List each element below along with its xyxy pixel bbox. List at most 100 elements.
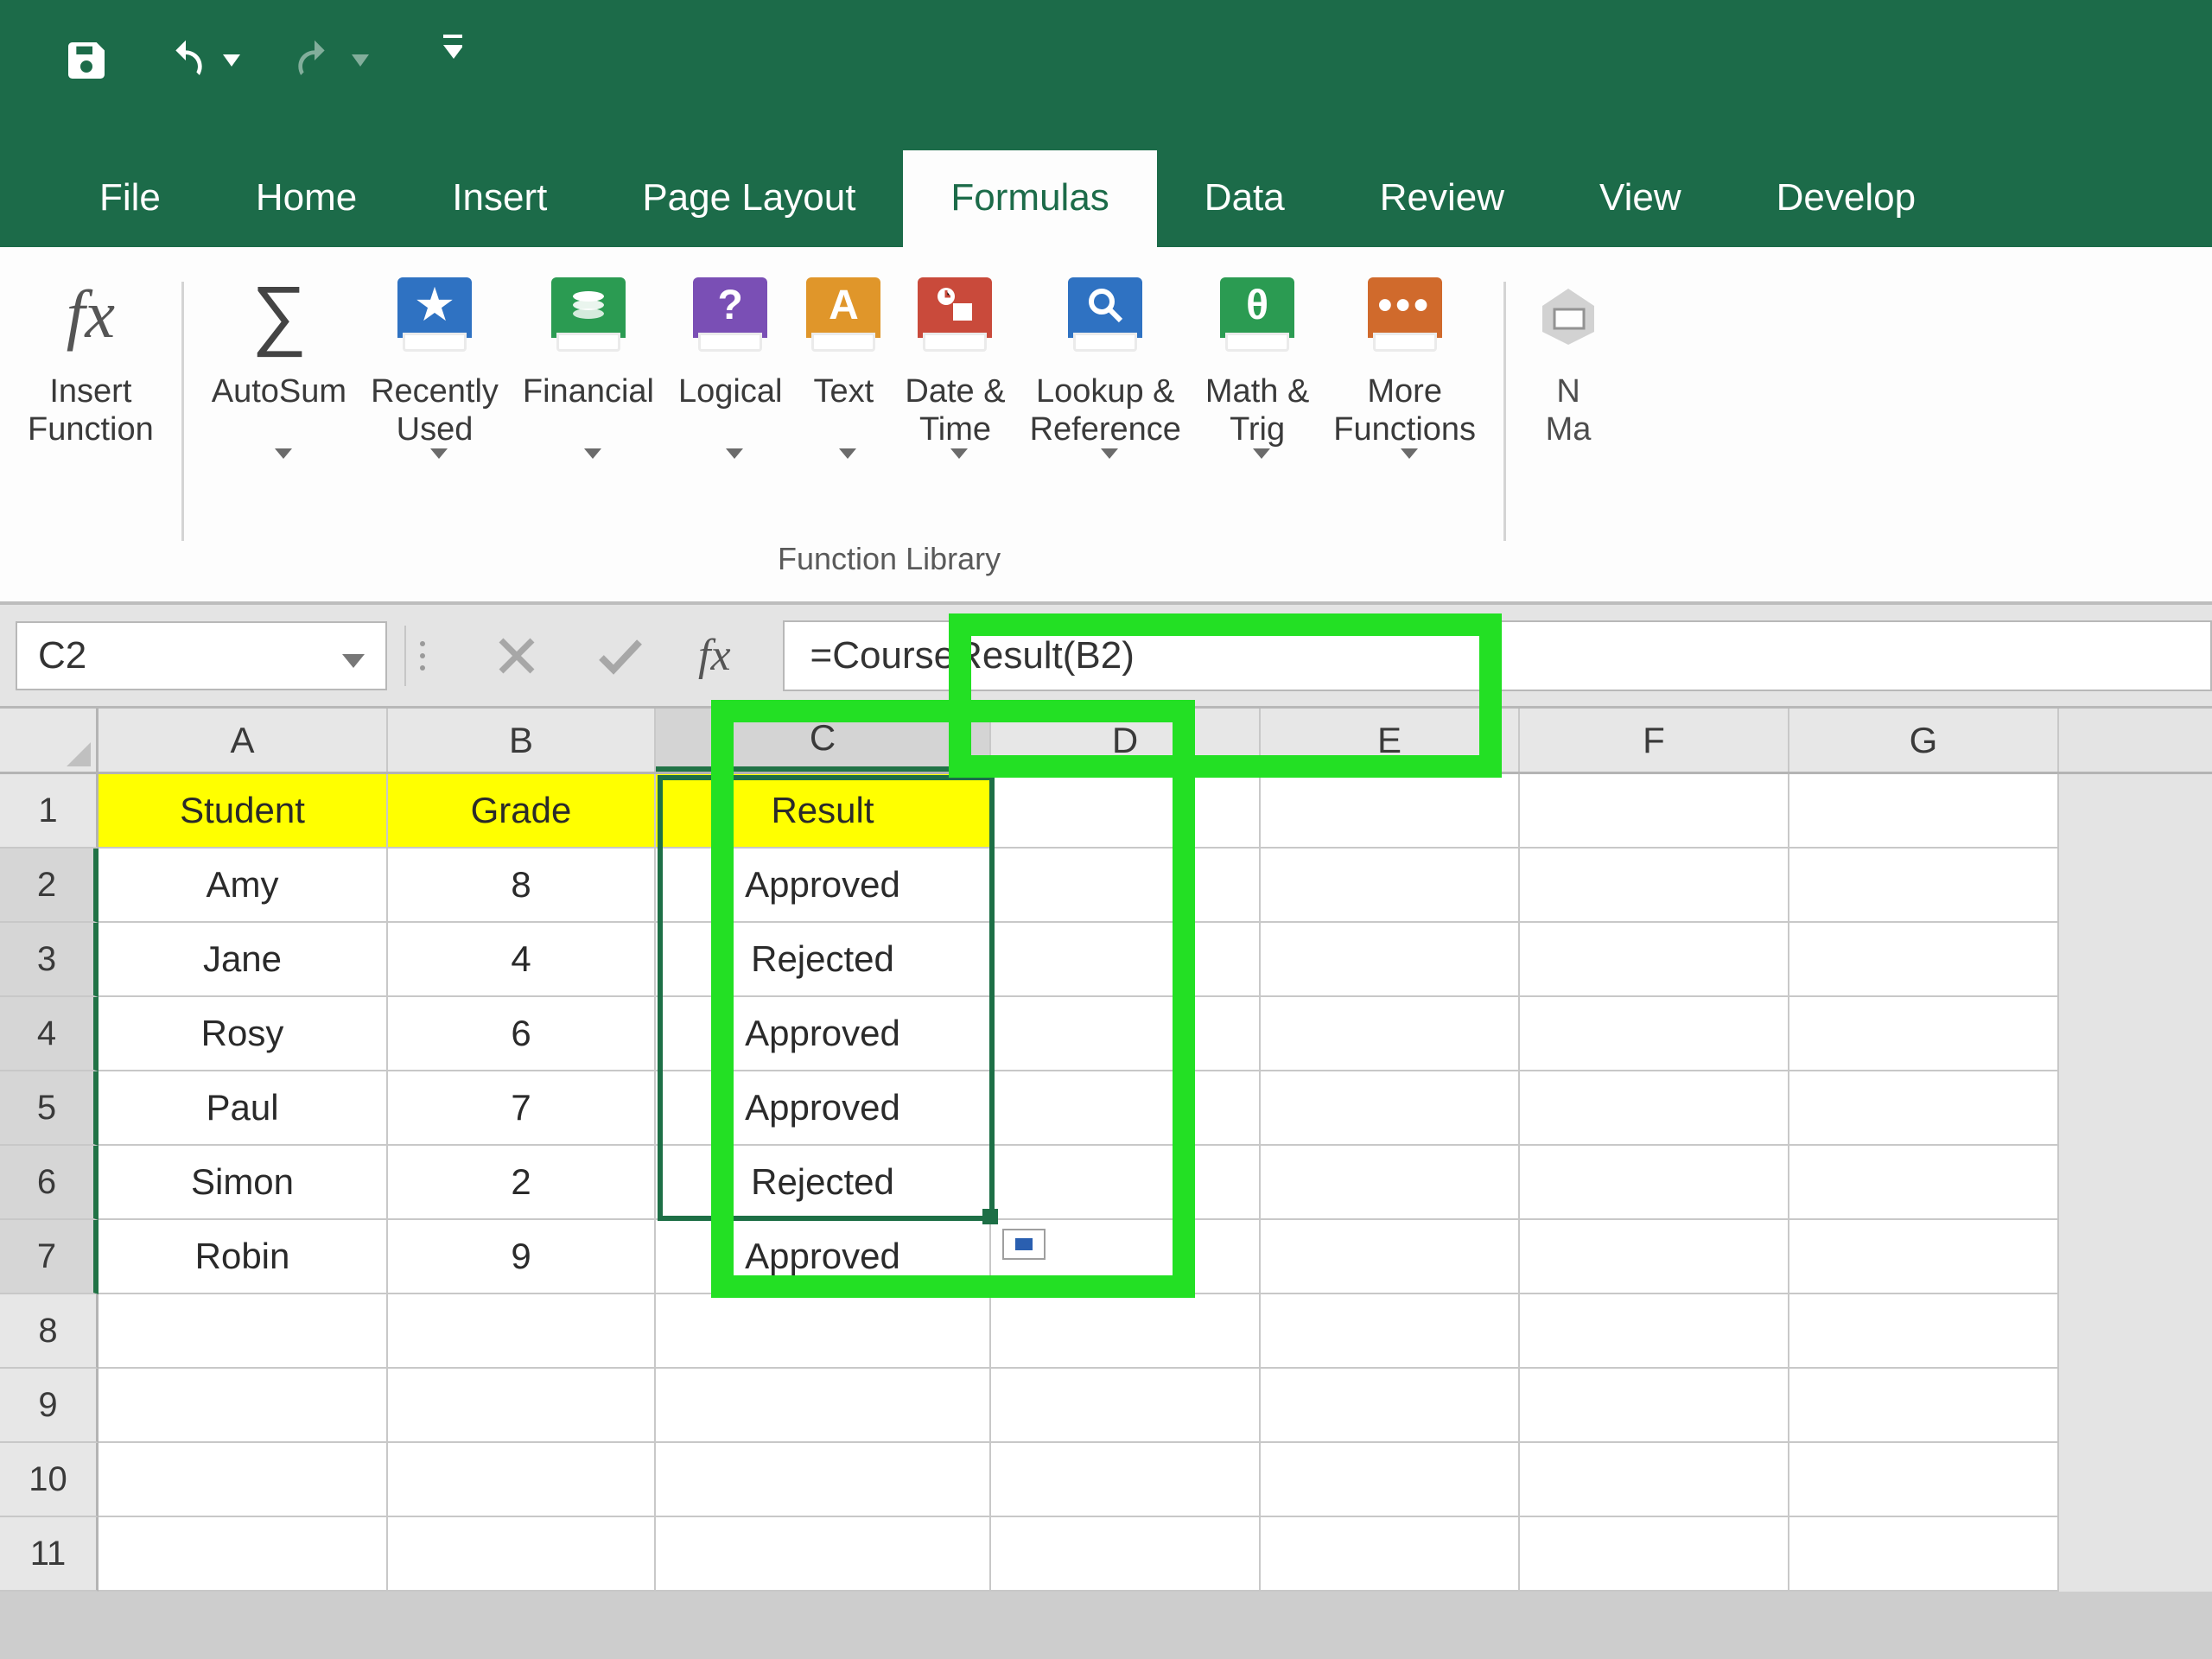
cell-A4[interactable]: Rosy (99, 997, 388, 1071)
cell-E4[interactable] (1261, 997, 1520, 1071)
tab-file[interactable]: File (52, 150, 208, 247)
cell-B8[interactable] (388, 1294, 656, 1369)
cell-G6[interactable] (1789, 1146, 2059, 1220)
cell-G11[interactable] (1789, 1517, 2059, 1592)
cell-G4[interactable] (1789, 997, 2059, 1071)
more-functions-button[interactable]: ••• More Functions (1321, 264, 1488, 460)
column-header-C[interactable]: C (656, 709, 991, 772)
cell-G9[interactable] (1789, 1369, 2059, 1443)
customize-qat-button[interactable] (443, 35, 462, 60)
cell-A8[interactable] (99, 1294, 388, 1369)
column-header-F[interactable]: F (1520, 709, 1789, 772)
tab-page-layout[interactable]: Page Layout (594, 150, 903, 247)
cell-E3[interactable] (1261, 923, 1520, 997)
cell-F2[interactable] (1520, 849, 1789, 923)
select-all-corner[interactable] (0, 709, 99, 772)
worksheet-grid[interactable]: A B C D E F G 1 Student Grade Result 2 A… (0, 709, 2212, 1592)
cell-G1[interactable] (1789, 774, 2059, 849)
cell-D5[interactable] (991, 1071, 1261, 1146)
cell-E8[interactable] (1261, 1294, 1520, 1369)
tab-developer[interactable]: Develop (1729, 150, 1963, 247)
enter-formula-button[interactable] (594, 630, 646, 682)
cell-E7[interactable] (1261, 1220, 1520, 1294)
cell-A7[interactable]: Robin (99, 1220, 388, 1294)
cell-B7[interactable]: 9 (388, 1220, 656, 1294)
column-header-D[interactable]: D (991, 709, 1261, 772)
cell-D9[interactable] (991, 1369, 1261, 1443)
cell-A3[interactable]: Jane (99, 923, 388, 997)
cell-E5[interactable] (1261, 1071, 1520, 1146)
cell-F1[interactable] (1520, 774, 1789, 849)
cell-C1[interactable]: Result (656, 774, 991, 849)
cell-F6[interactable] (1520, 1146, 1789, 1220)
cell-F11[interactable] (1520, 1517, 1789, 1592)
column-header-A[interactable]: A (99, 709, 388, 772)
cell-D6[interactable] (991, 1146, 1261, 1220)
cell-G10[interactable] (1789, 1443, 2059, 1517)
column-header-E[interactable]: E (1261, 709, 1520, 772)
cell-G8[interactable] (1789, 1294, 2059, 1369)
cell-G5[interactable] (1789, 1071, 2059, 1146)
cell-B10[interactable] (388, 1443, 656, 1517)
cell-A9[interactable] (99, 1369, 388, 1443)
tab-view[interactable]: View (1552, 150, 1729, 247)
redo-dropdown[interactable] (351, 54, 370, 67)
cell-E2[interactable] (1261, 849, 1520, 923)
cell-D8[interactable] (991, 1294, 1261, 1369)
cell-F8[interactable] (1520, 1294, 1789, 1369)
cell-C10[interactable] (656, 1443, 991, 1517)
cell-C5[interactable]: Approved (656, 1071, 991, 1146)
cell-C4[interactable]: Approved (656, 997, 991, 1071)
cell-C2[interactable]: Approved (656, 849, 991, 923)
cell-B4[interactable]: 6 (388, 997, 656, 1071)
row-header-1[interactable]: 1 (0, 774, 99, 849)
row-header-10[interactable]: 10 (0, 1443, 99, 1517)
cell-D3[interactable] (991, 923, 1261, 997)
redo-button[interactable] (289, 35, 340, 86)
row-header-7[interactable]: 7 (0, 1220, 99, 1294)
row-header-11[interactable]: 11 (0, 1517, 99, 1592)
cell-B2[interactable]: 8 (388, 849, 656, 923)
financial-button[interactable]: Financial (511, 264, 666, 460)
cell-E9[interactable] (1261, 1369, 1520, 1443)
cell-B1[interactable]: Grade (388, 774, 656, 849)
lookup-reference-button[interactable]: Lookup & Reference (1018, 264, 1193, 460)
cell-B11[interactable] (388, 1517, 656, 1592)
cell-D11[interactable] (991, 1517, 1261, 1592)
cell-B6[interactable]: 2 (388, 1146, 656, 1220)
cell-A1[interactable]: Student (99, 774, 388, 849)
tab-data[interactable]: Data (1157, 150, 1332, 247)
date-time-button[interactable]: Date & Time (893, 264, 1017, 460)
undo-dropdown[interactable] (222, 54, 241, 67)
cell-E11[interactable] (1261, 1517, 1520, 1592)
cell-F5[interactable] (1520, 1071, 1789, 1146)
tab-home[interactable]: Home (208, 150, 404, 247)
cell-G3[interactable] (1789, 923, 2059, 997)
cell-B9[interactable] (388, 1369, 656, 1443)
cell-G2[interactable] (1789, 849, 2059, 923)
cell-C11[interactable] (656, 1517, 991, 1592)
row-header-4[interactable]: 4 (0, 997, 99, 1071)
save-button[interactable] (60, 35, 112, 86)
tab-review[interactable]: Review (1332, 150, 1552, 247)
cell-A5[interactable]: Paul (99, 1071, 388, 1146)
cell-C7[interactable]: Approved (656, 1220, 991, 1294)
name-box-resize-handle[interactable] (404, 626, 439, 686)
cell-F10[interactable] (1520, 1443, 1789, 1517)
row-header-5[interactable]: 5 (0, 1071, 99, 1146)
column-header-B[interactable]: B (388, 709, 656, 772)
cell-F4[interactable] (1520, 997, 1789, 1071)
autosum-button[interactable]: ∑ AutoSum (200, 264, 359, 460)
tab-insert[interactable]: Insert (404, 150, 594, 247)
name-manager-button[interactable]: N Ma (1522, 264, 1615, 460)
cell-E1[interactable] (1261, 774, 1520, 849)
column-header-G[interactable]: G (1789, 709, 2059, 772)
cell-B3[interactable]: 4 (388, 923, 656, 997)
text-button[interactable]: A Text (794, 264, 893, 460)
math-trig-button[interactable]: θ Math & Trig (1193, 264, 1321, 460)
cell-C3[interactable]: Rejected (656, 923, 991, 997)
cell-D1[interactable] (991, 774, 1261, 849)
row-header-3[interactable]: 3 (0, 923, 99, 997)
recently-used-button[interactable]: ★ Recently Used (359, 264, 511, 460)
cancel-formula-button[interactable] (491, 630, 543, 682)
